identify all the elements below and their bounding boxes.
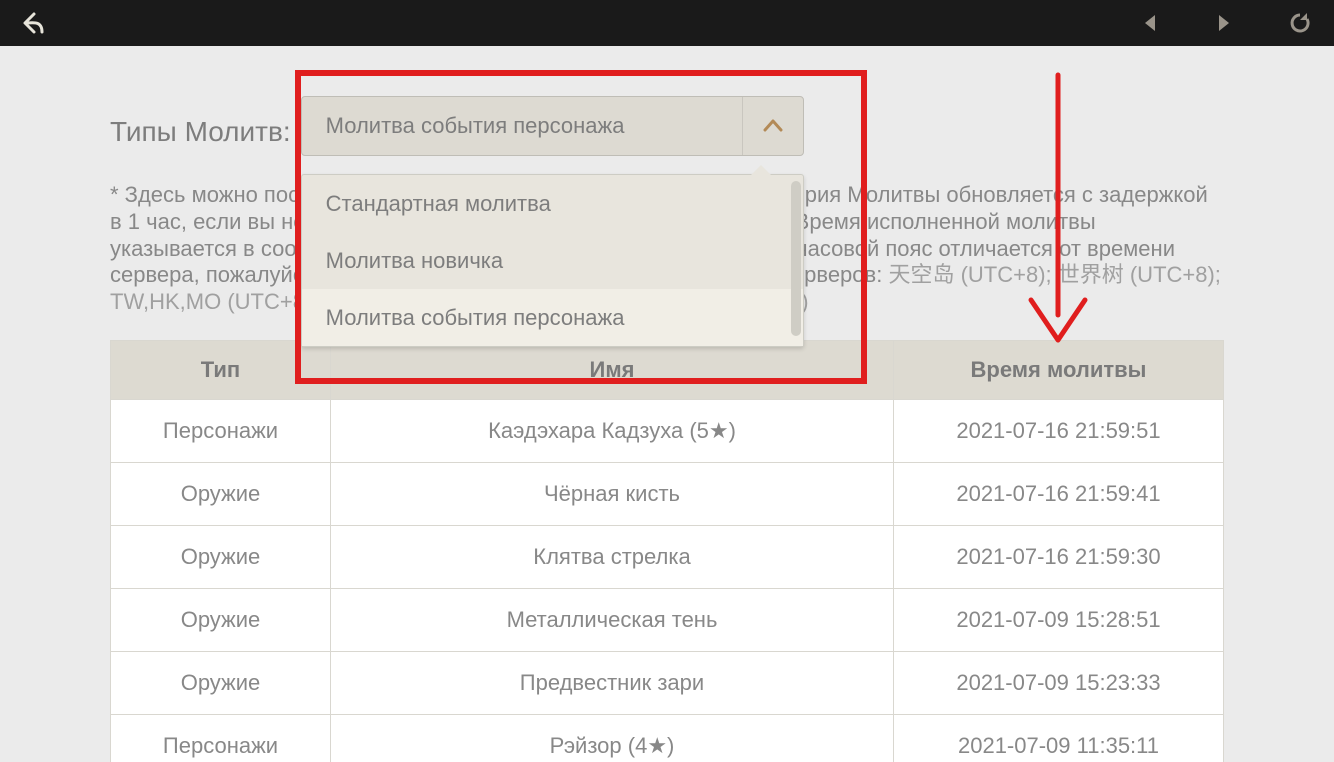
- history-row: ОружиеПредвестник зари2021-07-09 15:23:3…: [111, 652, 1224, 715]
- history-cell-name: Чёрная кисть: [331, 463, 894, 526]
- nav-back-icon[interactable]: [1140, 12, 1162, 34]
- history-header-type: Тип: [111, 341, 331, 400]
- history-row: ПерсонажиКаэдэхара Кадзуха (5★)2021-07-1…: [111, 400, 1224, 463]
- history-header-time: Время молитвы: [894, 341, 1224, 400]
- history-row: ПерсонажиРэйзор (4★)2021-07-09 11:35:11: [111, 715, 1224, 762]
- history-cell-type: Персонажи: [111, 715, 331, 762]
- wish-type-select-value: Молитва события персонажа: [326, 113, 625, 139]
- refresh-icon[interactable]: [1288, 11, 1312, 35]
- chevron-up-icon[interactable]: [742, 97, 803, 155]
- page-title: Типы Молитв:: [110, 116, 291, 156]
- history-cell-name: Рэйзор (4★): [331, 715, 894, 762]
- page-content: Типы Молитв: Молитва события персонажа С…: [0, 46, 1334, 762]
- wish-type-option-standard[interactable]: Стандартная молитва: [302, 175, 803, 232]
- history-cell-time: 2021-07-16 21:59:41: [894, 463, 1224, 526]
- history-header-name: Имя: [331, 341, 894, 400]
- history-row: ОружиеМеталлическая тень2021-07-09 15:28…: [111, 589, 1224, 652]
- history-cell-type: Персонажи: [111, 400, 331, 463]
- history-cell-type: Оружие: [111, 589, 331, 652]
- back-icon[interactable]: [20, 10, 50, 36]
- history-cell-time: 2021-07-16 21:59:30: [894, 526, 1224, 589]
- history-cell-time: 2021-07-16 21:59:51: [894, 400, 1224, 463]
- history-row: ОружиеЧёрная кисть2021-07-16 21:59:41: [111, 463, 1224, 526]
- history-cell-type: Оружие: [111, 463, 331, 526]
- wish-type-dropdown: Стандартная молитва Молитва новичка Моли…: [301, 174, 804, 347]
- history-cell-time: 2021-07-09 15:28:51: [894, 589, 1224, 652]
- history-table: Тип Имя Время молитвы ПерсонажиКаэдэхара…: [110, 340, 1224, 762]
- history-row: ОружиеКлятва стрелка2021-07-16 21:59:30: [111, 526, 1224, 589]
- history-cell-name: Предвестник зари: [331, 652, 894, 715]
- history-cell-name: Металлическая тень: [331, 589, 894, 652]
- dropdown-scrollbar[interactable]: [791, 181, 801, 336]
- wish-type-option-novice[interactable]: Молитва новичка: [302, 232, 803, 289]
- nav-forward-icon[interactable]: [1212, 12, 1234, 34]
- history-cell-type: Оружие: [111, 652, 331, 715]
- top-toolbar: [0, 0, 1334, 46]
- wish-type-select-wrap: Молитва события персонажа Стандартная мо…: [301, 96, 804, 156]
- history-cell-name: Каэдэхара Кадзуха (5★): [331, 400, 894, 463]
- history-cell-type: Оружие: [111, 526, 331, 589]
- history-cell-name: Клятва стрелка: [331, 526, 894, 589]
- wish-type-option-event[interactable]: Молитва события персонажа: [302, 289, 803, 346]
- history-cell-time: 2021-07-09 15:23:33: [894, 652, 1224, 715]
- history-header-row: Тип Имя Время молитвы: [111, 341, 1224, 400]
- wish-type-select[interactable]: Молитва события персонажа: [301, 96, 804, 156]
- history-cell-time: 2021-07-09 11:35:11: [894, 715, 1224, 762]
